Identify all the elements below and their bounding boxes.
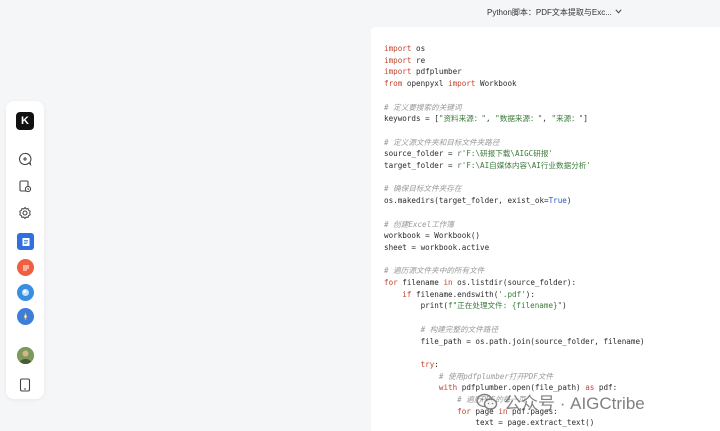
code-line: if filename.endswith('.pdf'): xyxy=(402,289,535,299)
code-line: # 定义要搜索的关键词 xyxy=(384,102,462,112)
code-line: # 定义源文件夹和目标文件夹路径 xyxy=(384,137,500,147)
code-line: import re xyxy=(384,55,426,65)
notes-app-icon[interactable] xyxy=(17,259,34,276)
settings-gear-icon[interactable] xyxy=(15,203,35,223)
code-line: # 创建Excel工作簿 xyxy=(384,219,454,229)
top-bar: Python脚本：PDF文本提取与Exc... xyxy=(0,0,720,26)
browser-app-icon[interactable] xyxy=(17,284,34,301)
watermark-text: 公众号 · AIGCtribe xyxy=(504,394,645,413)
tablet-icon[interactable] xyxy=(15,375,35,395)
code-line: from openpyxl import Workbook xyxy=(384,79,517,89)
code-line: file_path = os.path.join(source_folder, … xyxy=(384,336,645,346)
user-avatar[interactable] xyxy=(17,347,34,364)
document-title-dropdown[interactable]: Python脚本：PDF文本提取与Exc... xyxy=(487,7,622,18)
code-line: print(f"正在处理文件: {filename}") xyxy=(384,301,567,311)
code-line: import pdfplumber xyxy=(384,67,462,77)
wechat-icon xyxy=(476,393,498,411)
app-logo-letter: K xyxy=(21,115,29,127)
code-line: import os xyxy=(384,44,426,53)
code-panel[interactable]: import os import re import pdfplumber from … xyxy=(371,27,720,431)
code-line: target_folder = r'F:\AI自媒体内容\AI行业数据分析' xyxy=(384,161,591,170)
code-line: source_folder = r'F:\研报下载\AIGC研报' xyxy=(384,149,554,159)
code-line: sheet = workbook.active xyxy=(384,242,490,252)
new-chat-icon[interactable] xyxy=(15,149,35,169)
sidebar: K xyxy=(6,101,44,399)
code-line: text = page.extract_text() xyxy=(384,418,595,428)
history-icon[interactable] xyxy=(15,176,35,196)
code-line: workbook = Workbook() xyxy=(384,231,481,241)
code-line: # 确保目标文件夹存在 xyxy=(384,184,462,194)
code-line: # 构建完整的文件路径 xyxy=(384,324,499,334)
code-line: # 使用pdfplumber打开PDF文件 xyxy=(384,371,554,381)
compass-app-icon[interactable] xyxy=(17,308,34,325)
docs-app-icon[interactable] xyxy=(17,233,34,250)
code-line: # 遍历源文件夹中的所有文件 xyxy=(384,266,485,276)
watermark: 公众号 · AIGCtribe xyxy=(476,389,645,414)
code-line: try: xyxy=(420,359,439,369)
chevron-down-icon xyxy=(615,9,622,16)
code-line: for filename in os.listdir(source_folder… xyxy=(384,278,577,287)
code-line: os.makedirs(target_folder, exist_ok=True… xyxy=(384,196,572,206)
document-title: Python脚本：PDF文本提取与Exc... xyxy=(487,8,612,17)
code-line: keywords = ["资料来源：", "数据来源：", "来源："] xyxy=(384,114,588,124)
app-logo[interactable]: K xyxy=(16,112,34,130)
